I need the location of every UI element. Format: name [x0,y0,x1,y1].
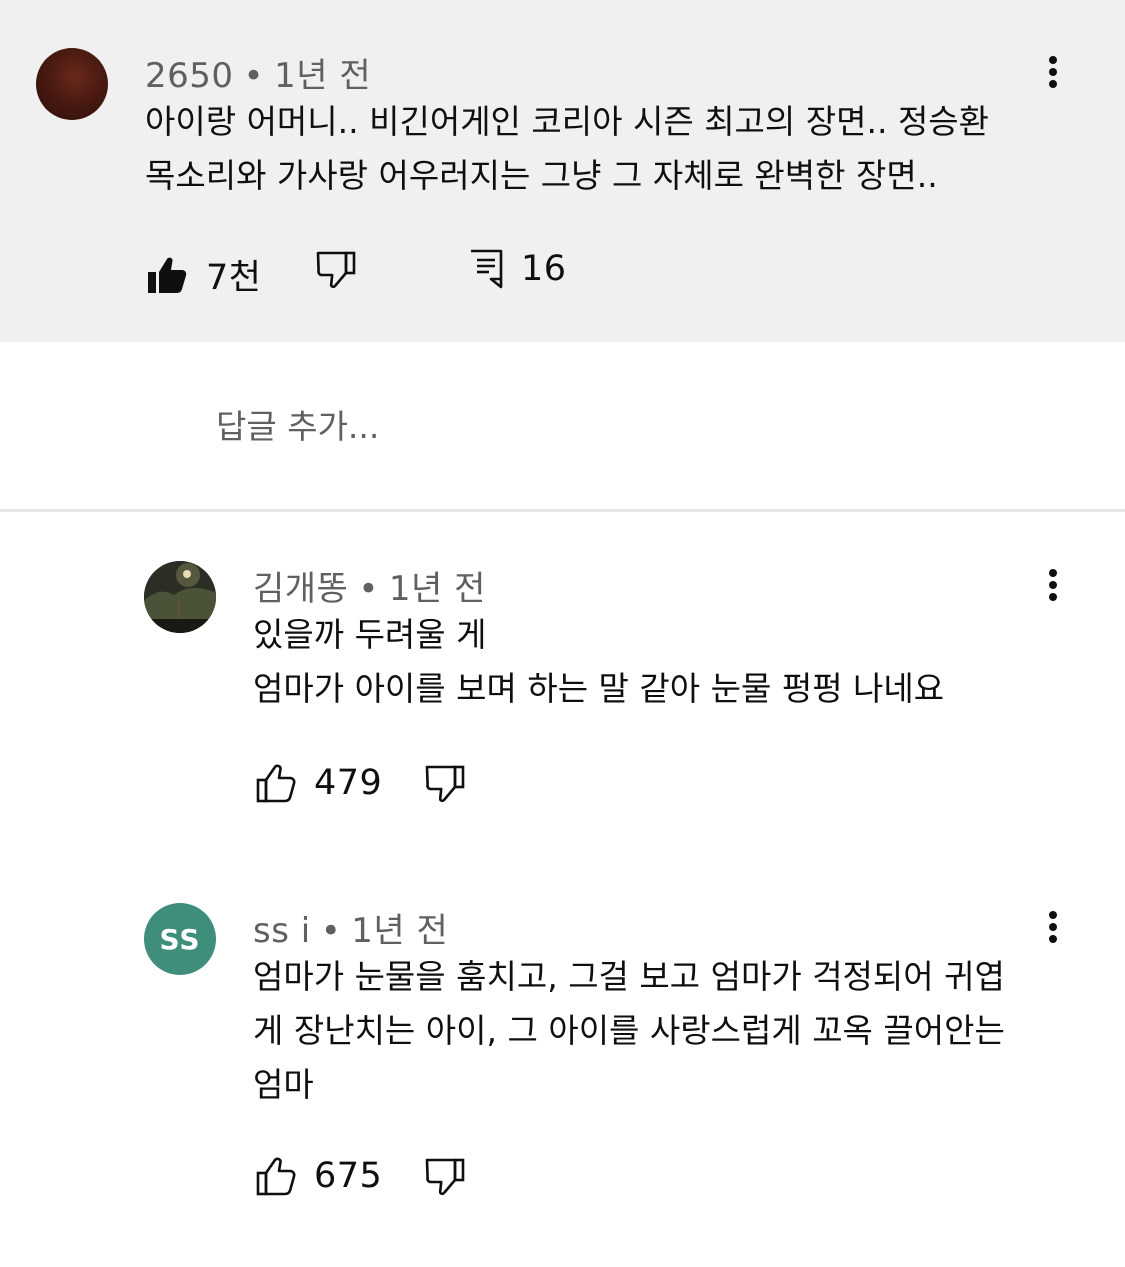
comment-meta: 김개똥 • 1년 전 [253,561,486,610]
comment-text: 엄마가 눈물을 훔치고, 그걸 보고 엄마가 걱정되어 귀엽 게 장난치는 아이… [253,957,1005,1104]
reply-count: 16 [521,249,567,289]
thumbs-down-icon [425,765,465,803]
comment-meta: 2650 • 1년 전 [145,48,371,97]
avatar[interactable] [36,48,108,120]
dislike-button[interactable] [425,1158,465,1196]
comment-meta: ss i • 1년 전 [253,903,448,952]
add-reply-input[interactable]: 답글 추가... [216,400,379,448]
like-button[interactable]: 479 [256,763,382,803]
comment-time: 1년 전 [351,911,449,951]
more-options-button[interactable] [1039,565,1069,605]
reply-count-button[interactable]: 16 [469,249,567,289]
like-count: 675 [314,1156,383,1196]
meta-separator: • [243,56,265,96]
avatar[interactable]: SS [144,903,216,975]
comment-time: 1년 전 [388,569,486,609]
highlighted-comment: 2650 • 1년 전 아이랑 어머니.. 비긴어게인 코리아 시즌 최고의 장면.… [0,0,1125,342]
comment-author[interactable]: 김개똥 [253,569,348,609]
more-options-button[interactable] [1039,52,1069,92]
comment-text: 있을까 두려울 게 엄마가 아이를 보며 하는 말 같아 눈물 펑펑 나네요 [253,615,945,708]
comment-author[interactable]: 2650 [145,56,234,96]
dislike-button[interactable] [425,765,465,803]
comment-text: 아이랑 어머니.. 비긴어게인 코리아 시즌 최고의 장면.. 정승환 목소리와… [145,102,990,195]
like-button[interactable]: 7천 [146,249,261,300]
thumbs-up-icon [256,1157,296,1196]
meta-separator: • [320,911,342,951]
more-options-button[interactable] [1039,907,1069,947]
dislike-button[interactable] [316,251,356,289]
avatar-photo [144,561,216,633]
like-count: 7천 [206,258,262,298]
thumbs-up-icon [256,764,296,803]
comment-author[interactable]: ss i [253,911,311,951]
comment-time: 1년 전 [274,56,372,96]
avatar[interactable] [144,561,216,633]
divider [0,509,1125,512]
thumbs-down-icon [425,1158,465,1196]
avatar-initials: SS [159,922,201,956]
comment-icon [471,249,503,289]
meta-separator: • [358,569,379,609]
thumbs-down-icon [316,251,356,289]
like-count: 479 [314,763,383,803]
like-button[interactable]: 675 [256,1156,382,1196]
thumbs-up-filled-icon [148,257,187,293]
